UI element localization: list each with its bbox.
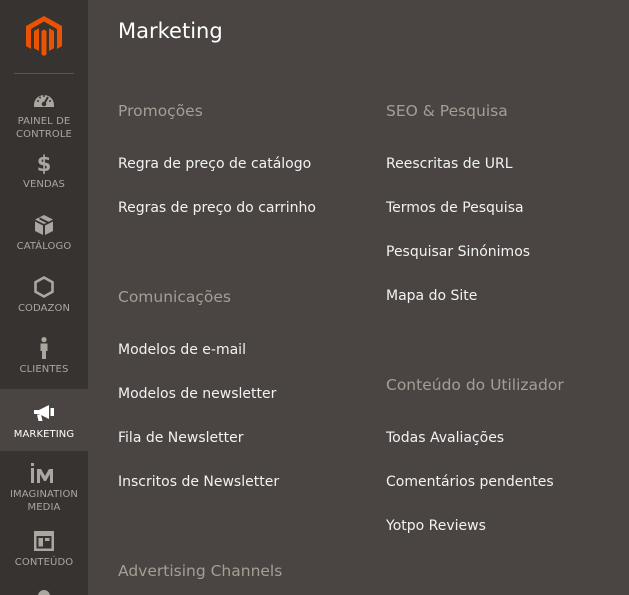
marketing-submenu-panel: Marketing Promoções Regra de preço de ca… (88, 0, 629, 595)
megaphone-icon (34, 405, 54, 421)
link-newsletter-queue[interactable]: Fila de Newsletter (118, 430, 243, 446)
link-email-templates[interactable]: Modelos de e-mail (118, 342, 246, 358)
sidebar-item-label: VENDAS (23, 179, 65, 190)
logo-area (0, 0, 88, 74)
sidebar-item-label: CATÁLOGO (16, 241, 72, 252)
sidebar-item-marketing[interactable]: MARKETING (0, 389, 88, 451)
link-all-reviews[interactable]: Todas Avaliações (386, 430, 504, 446)
link-newsletter-templates[interactable]: Modelos de newsletter (118, 386, 276, 402)
sidebar-item-label: CONTEÚDO (14, 557, 74, 568)
cube-icon (35, 215, 53, 235)
sidebar-item-imagination-media[interactable]: IMAGINATION MEDIA (0, 461, 88, 514)
sidebar-item-dashboard[interactable]: PAINEL DE CONTROLE (0, 88, 88, 141)
sidebar-item-partial[interactable] (38, 590, 50, 595)
group-title-promotions: Promoções (118, 102, 203, 120)
im-logo-icon (31, 463, 53, 483)
link-cart-price-rules[interactable]: Regras de preço do carrinho (118, 200, 316, 216)
link-search-synonyms[interactable]: Pesquisar Sinónimos (386, 244, 530, 260)
group-title-seo-search: SEO & Pesquisa (386, 102, 508, 120)
link-pending-reviews[interactable]: Comentários pendentes (386, 474, 554, 490)
hexagon-icon (34, 276, 54, 298)
layout-icon (34, 531, 54, 551)
dashboard-icon (34, 95, 54, 107)
admin-sidebar: PAINEL DE CONTROLE $ VENDAS CATÁLOGO COD… (0, 0, 88, 595)
group-title-user-content: Conteúdo do Utilizador (386, 376, 564, 394)
sidebar-item-content[interactable]: CONTEÚDO (0, 529, 88, 569)
logo-divider (14, 73, 74, 74)
sidebar-item-sales[interactable]: $ VENDAS (0, 151, 88, 191)
link-yotpo-reviews[interactable]: Yotpo Reviews (386, 518, 486, 534)
link-catalog-price-rule[interactable]: Regra de preço de catálogo (118, 156, 311, 172)
link-search-terms[interactable]: Termos de Pesquisa (386, 200, 524, 216)
sidebar-item-label: PAINEL DE CONTROLE (16, 116, 72, 140)
group-title-communications: Comunicações (118, 288, 231, 306)
sidebar-item-label: CLIENTES (19, 364, 69, 375)
sidebar-item-customers[interactable]: CLIENTES (0, 336, 88, 376)
dollar-icon: $ (37, 152, 52, 175)
sidebar-item-label: MARKETING (13, 429, 75, 440)
link-url-rewrites[interactable]: Reescritas de URL (386, 156, 513, 172)
svg-text:$: $ (37, 152, 52, 175)
link-newsletter-subscribers[interactable]: Inscritos de Newsletter (118, 474, 279, 490)
person-icon (40, 337, 48, 359)
sidebar-item-label: CODAZON (17, 303, 71, 314)
group-title-advertising-channels: Advertising Channels (118, 562, 283, 580)
sidebar-item-catalog[interactable]: CATÁLOGO (0, 213, 88, 253)
sidebar-item-label: IMAGINATION MEDIA (10, 489, 78, 513)
magento-logo-icon[interactable] (26, 16, 62, 56)
link-site-map[interactable]: Mapa do Site (386, 288, 477, 304)
sidebar-item-codazon[interactable]: CODAZON (0, 275, 88, 315)
panel-title: Marketing (118, 19, 223, 43)
